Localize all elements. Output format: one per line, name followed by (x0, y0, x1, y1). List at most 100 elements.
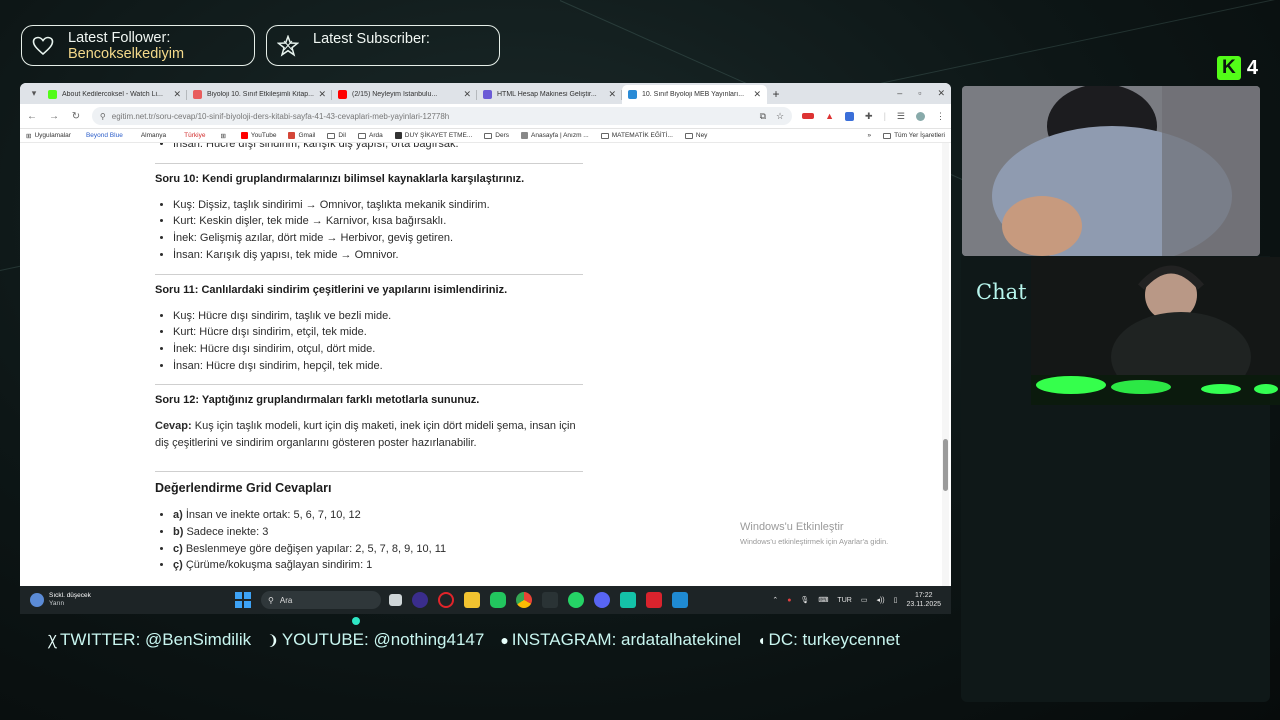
bookmarks-overflow-icon[interactable]: » (867, 132, 871, 139)
browser-tab[interactable]: HTML Hesap Makinesi Geliştir... ✕ (477, 85, 622, 104)
extension-icon[interactable] (802, 113, 815, 119)
network-icon[interactable]: ▭ (861, 596, 868, 604)
divider: | (883, 111, 886, 121)
bookmark-item[interactable]: Anasayfa | Anızm ... (521, 132, 589, 139)
acrobat-icon[interactable] (646, 592, 662, 608)
reading-list-icon[interactable]: ☰ (897, 111, 905, 122)
bookmark-item[interactable]: YouTube (240, 132, 277, 139)
browser-tab[interactable]: 10. Sınıf Biyoloji MEB Yayınları... ✕ (622, 85, 767, 104)
line-app-icon[interactable] (490, 592, 506, 608)
opera-icon[interactable] (438, 592, 454, 608)
bookmark-item[interactable]: Ney (684, 132, 707, 139)
bookmark-item[interactable]: Almanya (138, 131, 169, 140)
bookmark-item[interactable]: MATEMATİK EĞİTİ... (600, 132, 673, 139)
whatsapp-icon[interactable] (568, 592, 584, 608)
profile-avatar[interactable] (916, 111, 925, 121)
new-tab-button[interactable]: + (767, 85, 785, 104)
taskbar-apps (389, 592, 688, 608)
weather-icon (30, 593, 44, 607)
browser-tab[interactable]: (2/15) Neyleyim İstanbulu... ✕ (332, 85, 477, 104)
tab-close-icon[interactable]: ✕ (753, 89, 761, 100)
back-icon[interactable]: ← (26, 111, 38, 122)
minimize-icon[interactable]: – (897, 83, 902, 104)
microphone-icon[interactable]: 🎙︎ (800, 596, 809, 604)
close-window-icon[interactable]: ✕ (937, 83, 945, 104)
file-explorer-icon[interactable] (389, 594, 402, 606)
all-bookmarks-folder[interactable]: Tüm Yer İşaretleri (883, 132, 945, 139)
taskbar-search[interactable]: ⚲ Ara (261, 591, 381, 609)
browser-toolbar: ← → ↻ ⚲ egitim.net.tr/soru-cevap/10-sini… (20, 104, 951, 129)
address-bar[interactable]: ⚲ egitim.net.tr/soru-cevap/10-sinif-biyo… (91, 107, 793, 125)
weather-title: Sıckl. düşecek (49, 592, 91, 599)
tray-app-icon[interactable]: ● (787, 597, 791, 604)
list-item: İnsan: Hücre dışı sindirim, hepçil, tek … (173, 358, 583, 375)
weather-widget[interactable]: Sıckl. düşecek Yarın (20, 592, 235, 608)
list-item: Kurt: Keskin dişler, tek mide → Karnivor… (173, 213, 583, 230)
chat-title: Chat (976, 280, 1027, 304)
browser-tab[interactable]: Biyoloji 10. Sınıf Etkileşimli Kitap... ✕ (187, 85, 332, 104)
volume-icon[interactable]: ◂)) (876, 596, 884, 604)
social-link-text: TWITTER: @BenSimdilik (60, 630, 252, 649)
scrollbar-thumb[interactable] (943, 439, 948, 491)
maximize-icon[interactable]: ▫ (918, 83, 921, 104)
browser-app-icon[interactable] (412, 592, 428, 608)
bookmark-item[interactable]: DUY ŞİKAYET ETME... (394, 132, 473, 139)
page-scrollbar[interactable] (942, 143, 949, 586)
tab-close-icon[interactable]: ✕ (173, 89, 181, 100)
pen-tool-icon[interactable] (542, 592, 558, 608)
extension-icon[interactable]: ▲ (825, 111, 834, 121)
bookmark-item[interactable]: ⊞ Uygulamalar (26, 132, 71, 140)
tab-favicon-icon (483, 90, 492, 99)
start-button[interactable] (235, 592, 251, 608)
windows-activation-watermark: Windows'u Etkinleştir Windows'u etkinleş… (740, 521, 888, 546)
star-icon (275, 33, 301, 59)
forward-icon[interactable]: → (48, 111, 60, 122)
tab-favicon-icon (48, 90, 57, 99)
screen-capture-icon[interactable] (620, 592, 636, 608)
clock[interactable]: 17:22 23.11.2025 (906, 591, 941, 609)
weather-subtitle: Yarın (49, 600, 65, 607)
tab-title: 10. Sınıf Biyoloji MEB Yayınları... (642, 91, 745, 98)
tab-close-icon[interactable]: ✕ (318, 89, 326, 100)
battery-icon[interactable]: ▯ (894, 596, 898, 604)
site-info-icon[interactable]: ⚲ (100, 112, 106, 121)
tray-overflow-icon[interactable]: ⌃ (772, 596, 778, 604)
tab-title: About Kedilercoksel - Watch Li... (62, 91, 163, 98)
question-10-heading: Soru 10: Kendi gruplandırmalarınızı bili… (155, 172, 525, 185)
grid-answer-item: ç) Çürüme/kokuşma sağlayan sindirim: 1 (173, 557, 583, 574)
language-indicator[interactable]: TUR (837, 597, 851, 604)
bookmark-item[interactable]: ⊞ (220, 132, 228, 140)
bookmark-item[interactable]: Dil (327, 132, 346, 139)
bookmark-item[interactable]: Türkiye (181, 131, 208, 140)
chrome-icon[interactable] (516, 592, 532, 608)
vscode-icon[interactable] (672, 592, 688, 608)
bookmark-item[interactable]: Ders (484, 132, 509, 139)
extensions-puzzle-icon[interactable]: ✚ (865, 111, 873, 122)
clock-date: 23.11.2025 (906, 601, 941, 608)
tab-search-icon[interactable]: ▾ (26, 83, 42, 104)
list-item: İnsan: Hücre dışı sindirim, karışık diş … (173, 143, 583, 153)
translate-icon[interactable] (845, 111, 855, 121)
bookmark-item[interactable]: Beyond Blue (83, 131, 126, 140)
bookmark-star-icon[interactable]: ☆ (776, 111, 784, 122)
site-favicon-icon (394, 132, 402, 139)
discord-app-icon[interactable] (594, 592, 610, 608)
bookmark-item[interactable]: Gmail (288, 132, 315, 139)
bookmark-label: YouTube (250, 132, 277, 139)
install-app-icon[interactable]: ⧉ (760, 111, 766, 122)
search-icon: ⚲ (268, 595, 274, 605)
reload-icon[interactable]: ↻ (70, 111, 82, 122)
browser-tab[interactable]: About Kedilercoksel - Watch Li... ✕ (42, 85, 187, 104)
keyboard-icon[interactable]: ⌨ (818, 596, 828, 604)
list-item: Kurt: Hücre dışı sindirim, etçil, tek mi… (173, 324, 583, 341)
bookmark-label: DUY ŞİKAYET ETME... (404, 132, 473, 139)
bookmark-item[interactable]: Arda (358, 132, 383, 139)
menu-icon[interactable]: ⋮ (936, 111, 945, 122)
bookmark-label: Anasayfa | Anızm ... (531, 132, 589, 139)
latest-subscriber-widget: Latest Subscriber: (266, 25, 500, 66)
folder-icon[interactable] (464, 592, 480, 608)
tab-close-icon[interactable]: ✕ (608, 89, 616, 100)
bookmark-label: Uygulamalar (34, 132, 71, 139)
tab-close-icon[interactable]: ✕ (463, 89, 471, 100)
instagram-icon: ● (500, 632, 509, 648)
